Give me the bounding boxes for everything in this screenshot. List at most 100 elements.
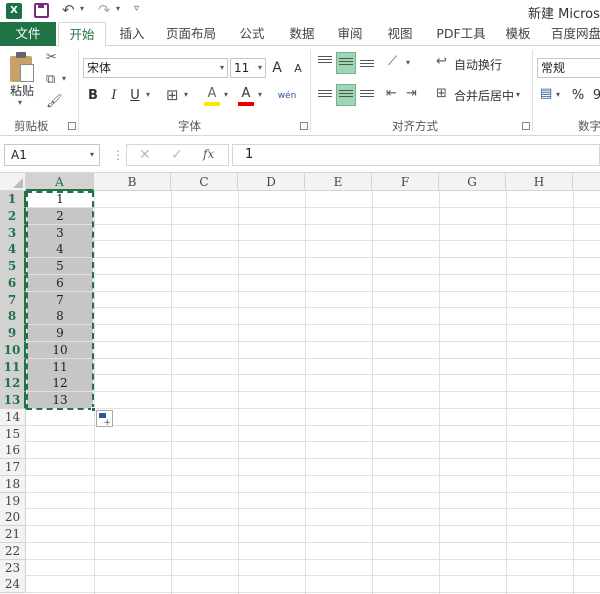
paste-button[interactable]: 粘贴 — [10, 82, 34, 99]
font-color-dropdown-icon[interactable]: ▾ — [258, 90, 262, 99]
select-all-button[interactable] — [0, 173, 26, 191]
row-header[interactable]: 4 — [0, 241, 26, 259]
cut-icon[interactable]: ✂ — [46, 50, 57, 65]
row-header[interactable]: 8 — [0, 308, 26, 326]
tab-templates[interactable]: 模板 — [498, 22, 538, 46]
row-header[interactable]: 10 — [0, 341, 26, 359]
redo-dropdown-icon[interactable]: ▾ — [116, 4, 120, 13]
column-header-d[interactable]: D — [238, 173, 305, 191]
row-header[interactable]: 1 — [0, 191, 26, 208]
row-header[interactable]: 19 — [0, 492, 26, 510]
phonetic-guide-button[interactable]: wén — [274, 86, 300, 106]
bottom-align-icon[interactable] — [360, 60, 374, 72]
row-header[interactable]: 9 — [0, 325, 26, 342]
insert-function-button[interactable]: fx — [203, 147, 214, 161]
row-header[interactable]: 23 — [0, 559, 26, 577]
bold-button[interactable]: B — [86, 86, 100, 106]
row-header[interactable]: 20 — [0, 509, 26, 527]
accounting-format-icon[interactable]: ▤ — [540, 86, 552, 101]
enter-icon[interactable]: ✓ — [171, 147, 183, 163]
wrap-text-button[interactable]: 自动换行 — [454, 55, 504, 75]
merge-center-button[interactable]: 合并后居中 — [454, 86, 516, 106]
number-format-combo[interactable]: 常规 — [537, 58, 600, 78]
shrink-font-button[interactable]: A — [292, 59, 304, 79]
undo-dropdown-icon[interactable]: ▾ — [80, 4, 84, 13]
row-header[interactable]: 16 — [0, 442, 26, 460]
format-painter-icon[interactable]: 🖌 — [46, 94, 63, 109]
tab-insert[interactable]: 插入 — [110, 22, 154, 46]
copy-dropdown-icon[interactable]: ▾ — [62, 74, 66, 83]
column-header-f[interactable]: F — [372, 173, 439, 191]
fill-color-dropdown-icon[interactable]: ▾ — [224, 90, 228, 99]
row-header[interactable]: 21 — [0, 526, 26, 543]
merge-dropdown-icon[interactable]: ▾ — [516, 90, 520, 99]
column-header-g[interactable]: G — [439, 173, 506, 191]
accounting-dropdown-icon[interactable]: ▾ — [556, 90, 560, 99]
increase-indent-icon[interactable]: ⇥ — [406, 86, 417, 101]
cancel-icon[interactable]: ✕ — [139, 147, 151, 163]
middle-align-button[interactable] — [336, 52, 356, 74]
row-header[interactable]: 6 — [0, 274, 26, 292]
column-header-b[interactable]: B — [94, 173, 171, 191]
borders-icon[interactable]: ⊞ — [166, 86, 179, 104]
row-header[interactable]: 24 — [0, 576, 26, 594]
save-icon[interactable] — [34, 3, 49, 18]
paste-icon[interactable] — [10, 52, 36, 82]
merge-center-icon[interactable]: ⊞ — [436, 86, 447, 101]
decrease-indent-icon[interactable]: ⇤ — [386, 86, 397, 101]
font-launcher-icon[interactable] — [300, 122, 308, 130]
top-align-icon[interactable] — [318, 56, 332, 68]
borders-dropdown-icon[interactable]: ▾ — [184, 90, 188, 99]
clipboard-launcher-icon[interactable] — [68, 122, 76, 130]
orientation-dropdown-icon[interactable]: ▾ — [406, 58, 410, 67]
row-header[interactable]: 18 — [0, 475, 26, 493]
fill-color-button[interactable]: A — [204, 84, 220, 106]
tab-data[interactable]: 数据 — [280, 22, 324, 46]
tab-pdf-tools[interactable]: PDF工具 — [430, 22, 492, 46]
customize-toolbar-icon[interactable]: ▿ — [134, 3, 139, 14]
wrap-text-icon[interactable]: ↩ — [436, 54, 447, 69]
tab-review[interactable]: 审阅 — [328, 22, 372, 46]
row-header[interactable]: 14 — [0, 408, 26, 426]
row-header[interactable]: 13 — [0, 392, 26, 409]
undo-icon[interactable]: ↶ — [62, 1, 75, 19]
align-right-icon[interactable] — [360, 90, 374, 102]
row-header[interactable]: 17 — [0, 459, 26, 476]
tab-baidu-netdisk[interactable]: 百度网盘 — [546, 22, 600, 46]
row-header[interactable]: 15 — [0, 425, 26, 443]
tab-formulas[interactable]: 公式 — [230, 22, 274, 46]
percent-button[interactable]: % — [570, 86, 586, 106]
name-box-dropdown-icon[interactable]: ▾ — [90, 145, 94, 165]
alignment-launcher-icon[interactable] — [522, 122, 530, 130]
tab-view[interactable]: 视图 — [378, 22, 422, 46]
font-name-combo[interactable]: 宋体 ▾ — [83, 58, 228, 78]
font-name-dropdown-icon[interactable]: ▾ — [220, 59, 224, 77]
font-size-dropdown-icon[interactable]: ▾ — [258, 59, 262, 77]
tab-file[interactable]: 文件 — [0, 22, 56, 46]
row-header[interactable]: 12 — [0, 375, 26, 393]
row-header[interactable]: 11 — [0, 358, 26, 376]
column-header-i[interactable] — [573, 173, 600, 191]
underline-dropdown-icon[interactable]: ▾ — [146, 90, 150, 99]
align-left-icon[interactable] — [318, 90, 332, 102]
name-box[interactable]: A1 ▾ — [4, 144, 100, 166]
row-header[interactable]: 7 — [0, 291, 26, 309]
column-header-a[interactable]: A — [26, 173, 94, 191]
tab-page-layout[interactable]: 页面布局 — [160, 22, 222, 46]
tab-home[interactable]: 开始 — [58, 22, 106, 47]
copy-icon[interactable]: ⧉ — [46, 72, 55, 87]
quick-analysis-icon[interactable] — [96, 410, 113, 428]
row-header[interactable]: 22 — [0, 542, 26, 560]
underline-button[interactable]: U — [128, 86, 142, 106]
row-header[interactable]: 3 — [0, 224, 26, 242]
font-color-button[interactable]: A — [238, 84, 254, 106]
row-header[interactable]: 2 — [0, 207, 26, 225]
comma-style-button[interactable]: 9 — [592, 86, 600, 106]
formula-bar-grip-icon[interactable]: ⋮ — [112, 148, 124, 162]
paste-dropdown-icon[interactable]: ▾ — [18, 98, 22, 107]
redo-icon[interactable]: ↷ — [98, 1, 111, 19]
grow-font-button[interactable]: A — [270, 58, 284, 78]
italic-button[interactable]: I — [108, 86, 120, 106]
row-header[interactable]: 5 — [0, 258, 26, 275]
column-header-h[interactable]: H — [506, 173, 573, 191]
